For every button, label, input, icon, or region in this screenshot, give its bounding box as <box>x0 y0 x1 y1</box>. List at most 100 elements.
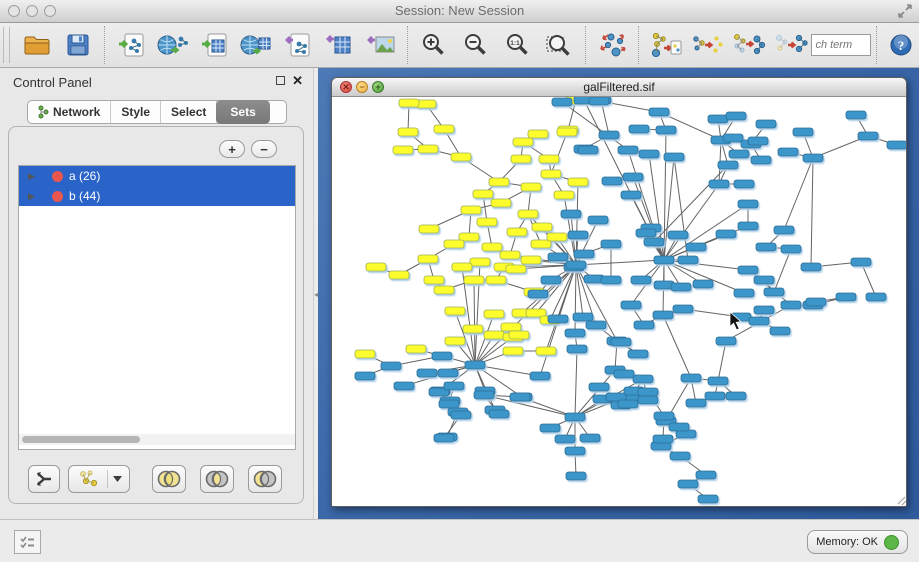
tab-network[interactable]: Network <box>28 101 111 123</box>
expand-triangle-icon[interactable]: ▶ <box>28 191 38 202</box>
zoom-actual-size-button[interactable]: 1:1 <box>497 26 539 64</box>
graph-node[interactable] <box>530 372 550 380</box>
graph-node[interactable] <box>565 447 585 455</box>
graph-node[interactable] <box>621 191 641 199</box>
graph-node[interactable] <box>389 271 409 279</box>
graph-edge[interactable] <box>551 130 568 174</box>
graph-node[interactable] <box>567 345 587 353</box>
graph-node[interactable] <box>509 331 529 339</box>
graph-node[interactable] <box>418 145 438 153</box>
expand-triangle-icon[interactable]: ▶ <box>28 171 38 182</box>
graph-node[interactable] <box>754 306 774 314</box>
zoom-fit-selected-button[interactable] <box>538 26 580 64</box>
graph-node[interactable] <box>438 369 458 377</box>
graph-node[interactable] <box>355 350 375 358</box>
graph-node[interactable] <box>638 396 658 404</box>
graph-node[interactable] <box>716 230 736 238</box>
graph-node[interactable] <box>851 258 871 266</box>
graph-node[interactable] <box>621 301 641 309</box>
graph-node[interactable] <box>836 293 856 301</box>
graph-node[interactable] <box>547 233 567 241</box>
graph-node[interactable] <box>686 243 706 251</box>
graph-node[interactable] <box>464 276 484 284</box>
graph-node[interactable] <box>444 382 464 390</box>
graph-node[interactable] <box>754 276 774 284</box>
zoom-out-button[interactable] <box>455 26 497 64</box>
graph-node[interactable] <box>602 177 622 185</box>
scrollbar-thumb[interactable] <box>22 436 140 443</box>
graph-node[interactable] <box>696 471 716 479</box>
graph-node[interactable] <box>482 243 502 251</box>
graph-node[interactable] <box>506 265 526 273</box>
create-set-from-network-button[interactable] <box>68 465 130 493</box>
graph-node[interactable] <box>653 311 673 319</box>
graph-node[interactable] <box>671 283 691 291</box>
graph-node[interactable] <box>470 258 490 266</box>
graph-node[interactable] <box>644 238 664 246</box>
task-history-button[interactable] <box>14 530 41 554</box>
graph-node[interactable] <box>474 391 494 399</box>
graph-node[interactable] <box>751 156 771 164</box>
graph-edge[interactable] <box>663 315 691 378</box>
graph-node[interactable] <box>434 286 454 294</box>
graph-node[interactable] <box>631 276 651 284</box>
graph-node[interactable] <box>532 223 552 231</box>
graph-edge[interactable] <box>474 280 475 365</box>
graph-edge[interactable] <box>576 265 583 317</box>
graph-node[interactable] <box>477 218 497 226</box>
graph-node[interactable] <box>536 347 556 355</box>
sets-horizontal-scrollbar[interactable] <box>19 434 295 445</box>
memory-status-button[interactable]: Memory: OK <box>807 530 908 554</box>
frame-resize-grip[interactable] <box>898 497 906 505</box>
graph-node[interactable] <box>803 154 823 162</box>
graph-node[interactable] <box>366 263 386 271</box>
graph-node[interactable] <box>511 155 531 163</box>
graph-node[interactable] <box>618 400 638 408</box>
graph-node[interactable] <box>654 412 674 420</box>
graph-node[interactable] <box>781 301 801 309</box>
graph-node[interactable] <box>623 173 643 181</box>
graph-node[interactable] <box>668 231 688 239</box>
graph-node[interactable] <box>418 255 438 263</box>
graph-node[interactable] <box>444 240 464 248</box>
set-row[interactable]: ▶b (44) <box>19 186 295 206</box>
graph-node[interactable] <box>614 370 634 378</box>
graph-node[interactable] <box>749 317 769 325</box>
toolbar-drag-handle[interactable] <box>3 27 10 63</box>
graph-node[interactable] <box>528 130 548 138</box>
set-row[interactable]: ▶a (26) <box>19 166 295 186</box>
intersection-sets-button[interactable] <box>200 465 234 493</box>
graph-node[interactable] <box>528 290 548 298</box>
graph-node[interactable] <box>561 210 581 218</box>
union-sets-button[interactable] <box>152 465 186 493</box>
remove-set-button[interactable]: − <box>251 140 277 158</box>
graph-node[interactable] <box>764 288 784 296</box>
graph-node[interactable] <box>639 150 659 158</box>
graph-node[interactable] <box>738 200 758 208</box>
graph-node[interactable] <box>628 350 648 358</box>
graph-node[interactable] <box>653 435 673 443</box>
network-frame-titlebar[interactable]: ✕ − + galFiltered.sif <box>332 78 906 97</box>
graph-node[interactable] <box>452 263 472 271</box>
zoom-in-button[interactable] <box>414 26 456 64</box>
split-sets-button[interactable] <box>28 465 60 493</box>
graph-node[interactable] <box>406 345 426 353</box>
export-image-button[interactable] <box>360 26 402 64</box>
graph-node[interactable] <box>636 229 656 237</box>
graph-node[interactable] <box>664 153 684 161</box>
graph-node[interactable] <box>738 222 758 230</box>
graph-node[interactable] <box>484 310 504 318</box>
hide-selected-button[interactable] <box>687 26 729 64</box>
graph-node[interactable] <box>705 392 725 400</box>
graph-node[interactable] <box>419 225 439 233</box>
graph-node[interactable] <box>774 226 794 234</box>
graph-node[interactable] <box>778 148 798 156</box>
graph-node[interactable] <box>539 155 559 163</box>
graph-node[interactable] <box>565 413 585 421</box>
import-table-web-button[interactable] <box>236 26 278 64</box>
graph-node[interactable] <box>491 199 511 207</box>
graph-node[interactable] <box>540 424 560 432</box>
graph-node[interactable] <box>887 141 906 149</box>
graph-node[interactable] <box>552 98 572 106</box>
graph-node[interactable] <box>686 399 706 407</box>
